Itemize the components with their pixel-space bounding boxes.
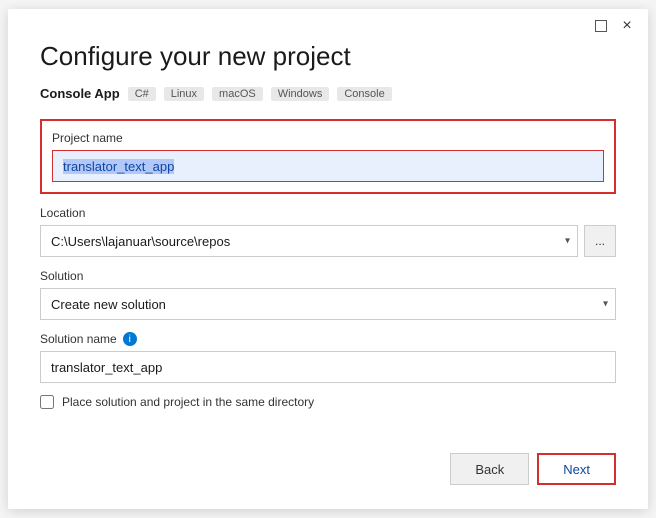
browse-button[interactable]: ...: [584, 225, 616, 257]
location-row: C:\Users\lajanuar\source\repos ▾ ...: [40, 225, 616, 257]
solution-section: Solution Create new solution Add to solu…: [40, 269, 616, 320]
solution-name-input[interactable]: [40, 351, 616, 383]
project-name-input[interactable]: [52, 150, 604, 182]
same-directory-checkbox[interactable]: [40, 395, 54, 409]
solution-name-section: Solution name i: [40, 332, 616, 383]
location-label: Location: [40, 206, 616, 220]
tag-linux: Linux: [164, 87, 204, 101]
solution-name-label: Solution name: [40, 332, 117, 346]
same-directory-row: Place solution and project in the same d…: [40, 395, 616, 409]
next-button[interactable]: Next: [537, 453, 616, 485]
project-name-label: Project name: [52, 131, 604, 145]
location-select[interactable]: C:\Users\lajanuar\source\repos: [40, 225, 578, 257]
close-button[interactable]: ×: [620, 19, 634, 33]
back-button[interactable]: Back: [450, 453, 529, 485]
solution-name-info-icon[interactable]: i: [123, 332, 137, 346]
title-bar: ×: [594, 19, 634, 33]
project-name-section: Project name: [40, 119, 616, 194]
tag-csharp: C#: [128, 87, 156, 101]
tag-macos: macOS: [212, 87, 263, 101]
configure-project-dialog: × Configure your new project Console App…: [8, 9, 648, 509]
page-title: Configure your new project: [40, 41, 616, 72]
app-type-label: Console App: [40, 86, 120, 101]
solution-name-label-row: Solution name i: [40, 332, 616, 346]
solution-select[interactable]: Create new solution Add to solution Plac…: [40, 288, 616, 320]
location-select-wrapper: C:\Users\lajanuar\source\repos ▾: [40, 225, 578, 257]
tag-console: Console: [337, 87, 391, 101]
solution-select-wrapper: Create new solution Add to solution Plac…: [40, 288, 616, 320]
footer-buttons: Back Next: [450, 453, 616, 485]
location-section: Location C:\Users\lajanuar\source\repos …: [40, 206, 616, 257]
maximize-button[interactable]: [594, 19, 608, 33]
tag-windows: Windows: [271, 87, 330, 101]
same-directory-label: Place solution and project in the same d…: [62, 395, 314, 409]
subtitle-row: Console App C# Linux macOS Windows Conso…: [40, 86, 616, 101]
solution-label: Solution: [40, 269, 616, 283]
